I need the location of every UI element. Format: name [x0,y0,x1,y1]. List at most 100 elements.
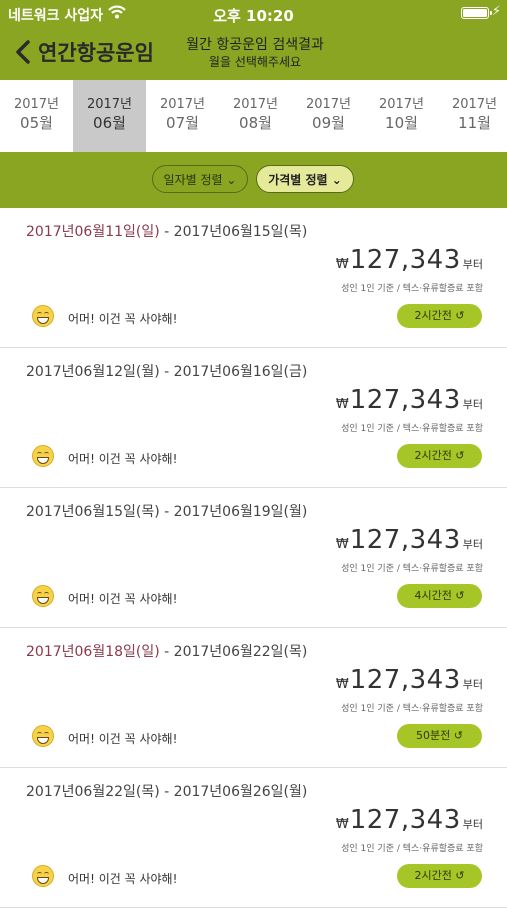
result-card[interactable]: 2017년06월15일(목) - 2017년06월19일(월) ₩127,343 부… [0,488,507,628]
grin-emoji-icon [32,305,54,327]
currency-symbol: ₩ [335,397,349,412]
price-amount: 127,343 [349,385,461,415]
date-range: 2017년06월15일(목) - 2017년06월19일(월) [26,501,307,521]
price-note: 성인 1인 기준 / 텍스·유류할증료 포함 [341,704,483,714]
month-tab[interactable]: 2017년 07월 [146,80,219,152]
price-suffix: 부터 [462,538,483,551]
sort-by-price-button[interactable]: 가격별 정렬 ⌄ [256,165,354,193]
date-range: 2017년06월12일(월) - 2017년06월16일(금) [26,361,307,381]
refresh-time-button[interactable]: 50분전 ↺ [397,724,482,748]
month-tab-month: 06월 [93,114,126,132]
result-card[interactable]: 2017년06월18일(일) - 2017년06월22일(목) ₩127,343 부… [0,628,507,768]
back-button[interactable]: 연간항공운임 [14,37,154,67]
currency-symbol: ₩ [335,537,349,552]
month-tab-month: 11월 [458,114,491,132]
date-separator: - [159,644,174,660]
month-tab-month: 10월 [385,114,418,132]
date-range: 2017년06월22일(목) - 2017년06월26일(월) [26,781,307,801]
month-tab-month: 07월 [166,114,199,132]
page-title: 월간 항공운임 검색결과 [186,37,324,53]
deal-message: 어머! 이건 꼭 사야해! [68,312,178,326]
month-tab-year: 2017년 [378,97,425,112]
month-selector: 2017년 05월 2017년 06월 2017년 07월 2017년 08월 2017년 09월… [0,80,507,152]
grin-emoji-icon [32,865,54,887]
month-tab-month: 09월 [312,114,345,132]
back-label: 연간항공운임 [38,41,154,65]
month-tab-month: 08월 [239,114,272,132]
price-suffix: 부터 [462,398,483,411]
month-tab-year: 2017년 [86,97,133,112]
result-card[interactable]: 2017년06월11일(일) - 2017년06월15일(목) ₩127,343 부… [0,208,507,348]
currency-symbol: ₩ [335,677,349,692]
price-suffix: 부터 [462,818,483,831]
chevron-left-icon [16,40,30,64]
month-tab[interactable]: 2017년 09월 [292,80,365,152]
price-suffix: 부터 [462,258,483,271]
grin-emoji-icon [32,585,54,607]
clock: 오후 10:20 [213,7,294,25]
result-card[interactable]: 2017년06월22일(목) - 2017년06월26일(월) ₩127,343 부… [0,768,507,908]
price-note: 성인 1인 기준 / 텍스·유류할증료 포함 [341,564,483,574]
date-range: 2017년06월18일(일) - 2017년06월22일(목) [26,641,307,661]
month-tab-year: 2017년 [159,97,206,112]
charging-icon: ⚡ [491,4,501,19]
date-separator: - [159,224,174,240]
month-tab[interactable]: 2017년 08월 [219,80,292,152]
price-amount: 127,343 [349,245,461,275]
fare-price: ₩127,343 부터 [336,385,483,415]
deal-message: 어머! 이건 꼭 사야해! [68,872,178,886]
return-date: 2017년06월22일(목) [173,644,308,660]
price-note: 성인 1인 기준 / 텍스·유류할증료 포함 [341,284,483,294]
currency-symbol: ₩ [335,257,349,272]
results-list: 2017년06월11일(일) - 2017년06월15일(목) ₩127,343 부… [0,208,507,908]
refresh-time-button[interactable]: 2시간전 ↺ [397,444,482,468]
month-tab[interactable]: 2017년 11월 [438,80,507,152]
month-tab-year: 2017년 [13,97,60,112]
refresh-time-button[interactable]: 4시간전 ↺ [397,584,482,608]
price-note: 성인 1인 기준 / 텍스·유류할증료 포함 [341,844,483,854]
price-amount: 127,343 [349,665,461,695]
departure-date: 2017년06월15일(목) [26,504,160,520]
return-date: 2017년06월16일(금) [173,364,308,380]
month-tab[interactable]: 2017년 05월 [0,80,73,152]
deal-message: 어머! 이건 꼭 사야해! [68,592,178,606]
departure-date: 2017년06월12일(월) [26,364,160,380]
month-tab[interactable]: 2017년 10월 [365,80,438,152]
date-separator: - [159,504,174,520]
battery-icon [461,7,492,19]
month-tab-month: 05월 [20,114,53,132]
deal-message: 어머! 이건 꼭 사야해! [68,732,178,746]
departure-date: 2017년06월18일(일) [26,644,160,660]
sort-bar: 일자별 정렬 ⌄ 가격별 정렬 ⌄ [0,152,507,208]
date-separator: - [159,364,174,380]
departure-date: 2017년06월11일(일) [26,224,160,240]
result-card[interactable]: 2017년06월12일(월) - 2017년06월16일(금) ₩127,343 부… [0,348,507,488]
refresh-time-button[interactable]: 2시간전 ↺ [397,864,482,888]
fare-price: ₩127,343 부터 [336,525,483,555]
grin-emoji-icon [32,725,54,747]
nav-bar: 연간항공운임 월간 항공운임 검색결과 월을 선택해주세요 [0,28,507,80]
month-tab-year: 2017년 [232,97,279,112]
month-tab-year: 2017년 [305,97,352,112]
page-subtitle: 월을 선택해주세요 [208,55,302,69]
deal-message: 어머! 이건 꼭 사야해! [68,452,178,466]
sort-by-date-button[interactable]: 일자별 정렬 ⌄ [152,165,248,193]
price-amount: 127,343 [349,805,461,835]
refresh-time-button[interactable]: 2시간전 ↺ [397,304,482,328]
date-separator: - [159,784,174,800]
month-tab-year: 2017년 [451,97,498,112]
date-range: 2017년06월11일(일) - 2017년06월15일(목) [26,221,307,241]
month-tab[interactable]: 2017년 06월 [73,80,146,152]
price-note: 성인 1인 기준 / 텍스·유류할증료 포함 [341,424,483,434]
return-date: 2017년06월15일(목) [173,224,308,240]
fare-price: ₩127,343 부터 [336,245,483,275]
return-date: 2017년06월26일(월) [173,784,308,800]
fare-price: ₩127,343 부터 [336,805,483,835]
departure-date: 2017년06월22일(목) [26,784,160,800]
price-suffix: 부터 [462,678,483,691]
status-bar: 네트워크 사업자 오후 10:20 ⚡ [0,0,507,28]
grin-emoji-icon [32,445,54,467]
return-date: 2017년06월19일(월) [173,504,308,520]
currency-symbol: ₩ [335,817,349,832]
price-amount: 127,343 [349,525,461,555]
